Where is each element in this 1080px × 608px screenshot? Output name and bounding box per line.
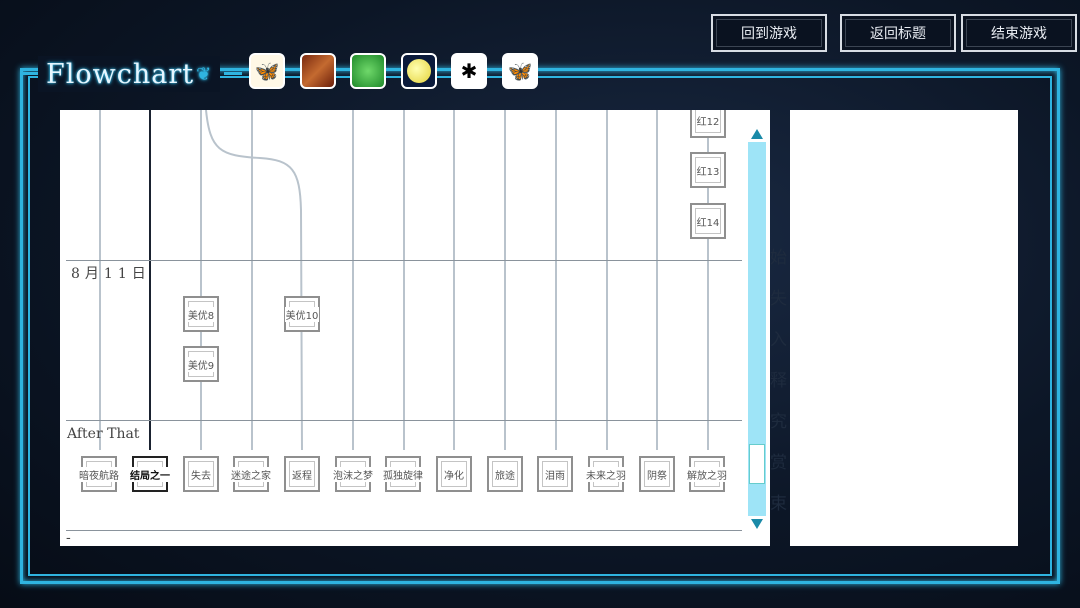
ending-node-label: 暗夜航路: [78, 466, 120, 482]
ending-node-label: 未来之羽: [585, 466, 627, 482]
ending-node[interactable]: 返程: [284, 456, 320, 492]
scene-node[interactable]: 红14: [690, 203, 726, 239]
triangle-up-icon: [751, 129, 763, 139]
ending-node-label: 结局之一: [129, 466, 171, 482]
ending-node[interactable]: 旅途: [487, 456, 523, 492]
ending-node[interactable]: 暗夜航路: [78, 456, 120, 492]
date-separator: [66, 530, 742, 531]
ending-node[interactable]: 孤独旋律: [382, 456, 424, 492]
date-separator: [66, 260, 742, 261]
ending-node-label: 泡沫之梦: [332, 466, 374, 482]
feather-icon: ❦: [196, 63, 213, 85]
ending-node[interactable]: 净化: [436, 456, 472, 492]
ending-node-label: 返程: [291, 466, 313, 482]
ending-node-label: 解放之羽: [686, 466, 728, 482]
scene-node-label: 红14: [695, 213, 721, 229]
logo-text: Flowchart: [46, 58, 195, 90]
ending-node-label: 阴祭: [646, 466, 668, 482]
triangle-down-icon: [751, 519, 763, 529]
moon-icon[interactable]: [401, 53, 437, 89]
scene-node-label: 美优9: [186, 356, 216, 372]
date-separator: [66, 420, 742, 421]
flowchart-logo: Flowchart ❦: [38, 56, 221, 92]
back-to-game-button[interactable]: 回到游戏: [711, 14, 827, 52]
scene-node-label: 美优8: [186, 306, 216, 322]
scene-node-label: 红12: [695, 112, 721, 128]
ending-node[interactable]: 泪雨: [537, 456, 573, 492]
ending-node-label: 净化: [443, 466, 465, 482]
scene-node-label: 红13: [695, 162, 721, 178]
blue-butterfly-icon[interactable]: 🦋: [502, 53, 538, 89]
ending-node[interactable]: 迷途之家: [230, 456, 272, 492]
scroll-up-button[interactable]: [748, 126, 766, 142]
scene-node[interactable]: 红12: [690, 110, 726, 138]
ending-node[interactable]: 泡沫之梦: [332, 456, 374, 492]
ending-node-label: 孤独旋律: [382, 466, 424, 482]
ending-node[interactable]: 失去: [183, 456, 219, 492]
ending-node-label: 失去: [190, 466, 212, 482]
spider-icon[interactable]: ✱: [451, 53, 487, 89]
ending-node-selected[interactable]: 结局之一: [129, 456, 171, 492]
scene-node[interactable]: 美优10: [284, 296, 320, 332]
route-info-panel: [790, 110, 1018, 546]
bottom-marker: -: [66, 530, 71, 546]
scene-node-label: 美优10: [284, 306, 320, 322]
pattern-icon[interactable]: [300, 53, 336, 89]
scroll-down-button[interactable]: [748, 516, 766, 532]
leaf-icon[interactable]: [350, 53, 386, 89]
return-title-button[interactable]: 返回标题: [840, 14, 956, 52]
scene-node[interactable]: 美优8: [183, 296, 219, 332]
scene-node[interactable]: 美优9: [183, 346, 219, 382]
ending-node[interactable]: 解放之羽: [686, 456, 728, 492]
date-label-after: After That: [67, 426, 140, 442]
scrollbar-thumb[interactable]: [749, 444, 765, 484]
butterfly-icon[interactable]: 🦋: [249, 53, 285, 89]
scene-node[interactable]: 红13: [690, 152, 726, 188]
end-game-button[interactable]: 结束游戏: [961, 14, 1077, 52]
frame-dash: [20, 72, 40, 75]
ending-node-label: 旅途: [494, 466, 516, 482]
flowchart-canvas[interactable]: 8月11日 After That - 红12 红13 红14 美优8 美优9 美…: [60, 110, 770, 546]
frame-dash: [224, 72, 242, 75]
date-label-aug11: 8月11日: [71, 266, 151, 282]
ending-node[interactable]: 阴祭: [639, 456, 675, 492]
ending-node-label: 泪雨: [544, 466, 566, 482]
ending-node[interactable]: 未来之羽: [585, 456, 627, 492]
ending-node-label: 迷途之家: [230, 466, 272, 482]
